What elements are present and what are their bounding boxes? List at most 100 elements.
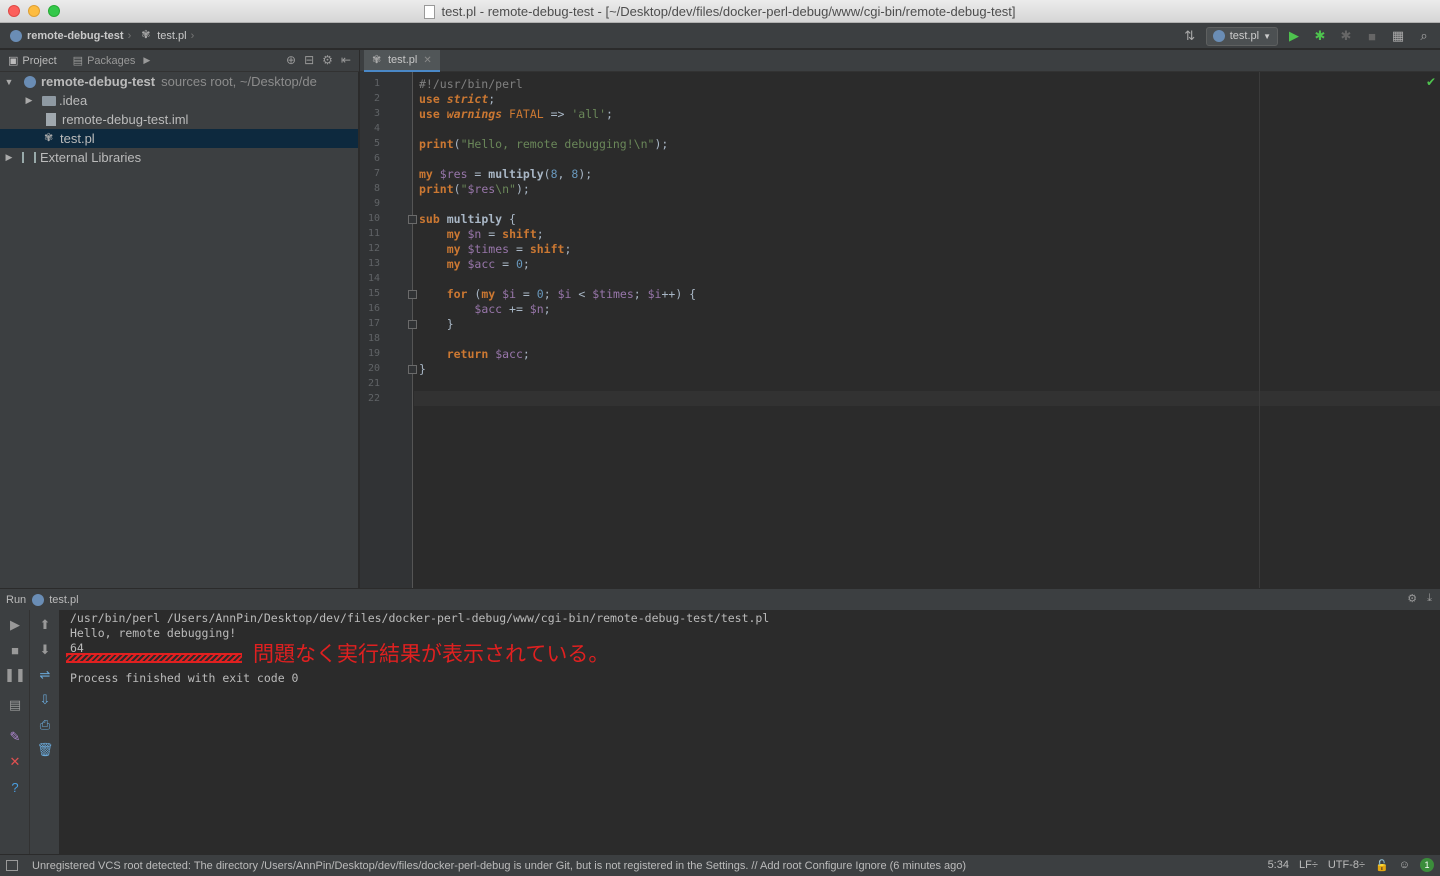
annotation-text: 問題なく実行結果が表示されている。 bbox=[253, 642, 610, 666]
editor-tab-bar: ✾ test.pl ✕ bbox=[360, 50, 1440, 72]
code-line: sub multiply { bbox=[419, 212, 516, 226]
line-number: 15 bbox=[367, 288, 380, 299]
trash-icon[interactable]: 🗑 bbox=[36, 741, 54, 759]
run-tab-test-pl[interactable]: test.pl bbox=[32, 593, 79, 606]
close-icon[interactable]: ✕ bbox=[6, 753, 24, 771]
event-log-badge[interactable]: 1 bbox=[1420, 858, 1434, 872]
line-separator[interactable]: LF÷ bbox=[1299, 859, 1318, 871]
tree-item-root[interactable]: ▼ remote-debug-test sources root, ~/Desk… bbox=[0, 72, 358, 91]
soft-wrap-icon[interactable]: ⇌ bbox=[36, 666, 54, 684]
line-number: 10 bbox=[367, 213, 380, 224]
code-editor[interactable]: 1 2 3 4 5 6 7 8 9 10 11 12 13 14 15 16 17 18 19 20 21 22 #!/u… bbox=[360, 72, 1440, 588]
file-encoding[interactable]: UTF-8÷ bbox=[1328, 859, 1365, 871]
perl-file-icon: ✾ bbox=[44, 132, 54, 144]
perl-module-icon bbox=[24, 75, 36, 88]
locate-icon[interactable]: ⊕ bbox=[286, 53, 296, 67]
code-line: #!/usr/bin/perl bbox=[419, 77, 523, 91]
search-icon[interactable]: ⌕ bbox=[1414, 26, 1434, 46]
console-line: Process finished with exit code 0 bbox=[70, 671, 299, 685]
fold-marker-icon[interactable] bbox=[408, 290, 417, 299]
code-line: } bbox=[419, 317, 454, 331]
pause-icon[interactable]: ❚❚ bbox=[4, 666, 26, 684]
code-line: my $acc = 0; bbox=[446, 257, 530, 271]
status-bar: Unregistered VCS root detected: The dire… bbox=[0, 854, 1440, 876]
run-icon[interactable]: ▶ bbox=[1284, 26, 1304, 46]
chevron-right-icon[interactable]: ▶ bbox=[143, 55, 150, 66]
expanded-arrow-icon[interactable]: ▼ bbox=[2, 77, 16, 87]
collapse-icon[interactable]: ⊟ bbox=[304, 53, 314, 67]
line-number: 8 bbox=[373, 183, 380, 194]
perl-module-icon bbox=[32, 593, 45, 606]
code-line: for (my $i = 0; $i < $times; $i++) { bbox=[446, 287, 697, 301]
line-number: 16 bbox=[367, 303, 380, 314]
tree-item-iml[interactable]: remote-debug-test.iml bbox=[0, 110, 358, 129]
console-line: Hello, remote debugging! bbox=[70, 626, 237, 640]
coverage-icon[interactable]: ✱ bbox=[1336, 26, 1356, 46]
line-number: 20 bbox=[367, 363, 380, 374]
breadcrumb-file[interactable]: ✾ test.pl bbox=[141, 29, 186, 42]
scroll-to-end-icon[interactable]: ⇩ bbox=[36, 691, 54, 709]
console-toolbar: ⬆ ⬇ ⇌ ⇩ ⎙ 🗑 bbox=[30, 610, 60, 854]
code-line: use warnings FATAL => 'all'; bbox=[419, 107, 613, 121]
run-toolbar: ▶ ■ ❚❚ ▤ ✎ ✕ ? bbox=[0, 610, 30, 854]
caret-position[interactable]: 5:34 bbox=[1268, 859, 1289, 871]
line-number: 18 bbox=[367, 333, 380, 344]
fold-marker-icon[interactable] bbox=[408, 215, 417, 224]
breadcrumb-project[interactable]: remote-debug-test bbox=[10, 29, 124, 42]
code-content[interactable]: #!/usr/bin/perl use strict; use warnings… bbox=[419, 72, 1440, 588]
code-line: use strict; bbox=[419, 92, 496, 106]
project-structure-icon[interactable]: ▦ bbox=[1388, 26, 1408, 46]
tab-project[interactable]: ▣ Project bbox=[0, 50, 65, 72]
module-file-icon bbox=[46, 113, 56, 126]
line-number: 22 bbox=[367, 393, 380, 404]
gear-icon[interactable]: ⚙ bbox=[322, 53, 333, 67]
console-line: /usr/bin/perl /Users/AnnPin/Desktop/dev/… bbox=[70, 611, 770, 625]
library-icon bbox=[22, 152, 36, 163]
pin-icon[interactable]: ✎ bbox=[6, 728, 24, 746]
line-number: 12 bbox=[367, 243, 380, 254]
collapsed-arrow-icon[interactable]: ▶ bbox=[2, 152, 16, 163]
help-icon[interactable]: ? bbox=[6, 778, 24, 796]
stop-icon[interactable]: ■ bbox=[1362, 26, 1382, 46]
tab-packages[interactable]: ▤ Packages bbox=[65, 50, 144, 72]
no-problems-check-icon[interactable]: ✔ bbox=[1426, 75, 1436, 89]
perl-module-icon bbox=[1212, 30, 1225, 42]
debug-icon[interactable]: ✱ bbox=[1310, 26, 1330, 46]
code-line: print("Hello, remote debugging!\n"); bbox=[419, 137, 669, 151]
fold-marker-icon[interactable] bbox=[408, 320, 417, 329]
arrow-down-icon[interactable]: ⬇ bbox=[36, 641, 54, 659]
layout-icon[interactable]: ▤ bbox=[6, 696, 24, 714]
arrow-up-icon[interactable]: ⬆ bbox=[36, 616, 54, 634]
hide-panel-icon[interactable]: ⇤ bbox=[341, 53, 351, 67]
vcs-update-icon[interactable]: ⇅ bbox=[1180, 26, 1200, 46]
code-line: } bbox=[419, 362, 426, 376]
packages-icon: ▤ bbox=[72, 55, 84, 67]
tree-item-idea[interactable]: ▶ .idea bbox=[0, 91, 358, 110]
hide-panel-icon[interactable]: ⤓ bbox=[1427, 592, 1432, 605]
status-message[interactable]: Unregistered VCS root detected: The dire… bbox=[32, 860, 1257, 872]
line-number: 4 bbox=[373, 123, 380, 134]
collapsed-arrow-icon[interactable]: ▶ bbox=[22, 95, 36, 106]
console-output[interactable]: /usr/bin/perl /Users/AnnPin/Desktop/dev/… bbox=[60, 610, 1440, 854]
tool-window-toggle-icon[interactable] bbox=[6, 860, 18, 871]
tree-item-external-libraries[interactable]: ▶ External Libraries bbox=[0, 148, 358, 167]
tab-test-pl[interactable]: ✾ test.pl ✕ bbox=[364, 50, 440, 72]
inspector-icon[interactable]: ☺ bbox=[1399, 859, 1410, 871]
project-tree: ▼ remote-debug-test sources root, ~/Desk… bbox=[0, 72, 359, 588]
run-configuration-dropdown[interactable]: test.pl ▼ bbox=[1205, 26, 1278, 46]
run-panel-label: Run bbox=[6, 593, 27, 606]
close-icon[interactable]: ✕ bbox=[423, 55, 431, 66]
line-number: 11 bbox=[367, 228, 380, 239]
fold-marker-icon[interactable] bbox=[408, 365, 417, 374]
stop-icon[interactable]: ■ bbox=[6, 641, 24, 659]
lock-icon[interactable]: 🔓 bbox=[1375, 859, 1389, 872]
line-number: 17 bbox=[367, 318, 380, 329]
code-line: my $n = shift; bbox=[446, 227, 544, 241]
print-icon[interactable]: ⎙ bbox=[36, 716, 54, 734]
perl-file-icon: ✾ bbox=[372, 53, 382, 66]
rerun-icon[interactable]: ▶ bbox=[6, 616, 24, 634]
tree-item-test-pl[interactable]: ✾ test.pl bbox=[0, 129, 358, 148]
document-icon bbox=[424, 4, 436, 19]
gear-icon[interactable]: ⚙ bbox=[1407, 592, 1417, 605]
line-number: 13 bbox=[367, 258, 380, 269]
